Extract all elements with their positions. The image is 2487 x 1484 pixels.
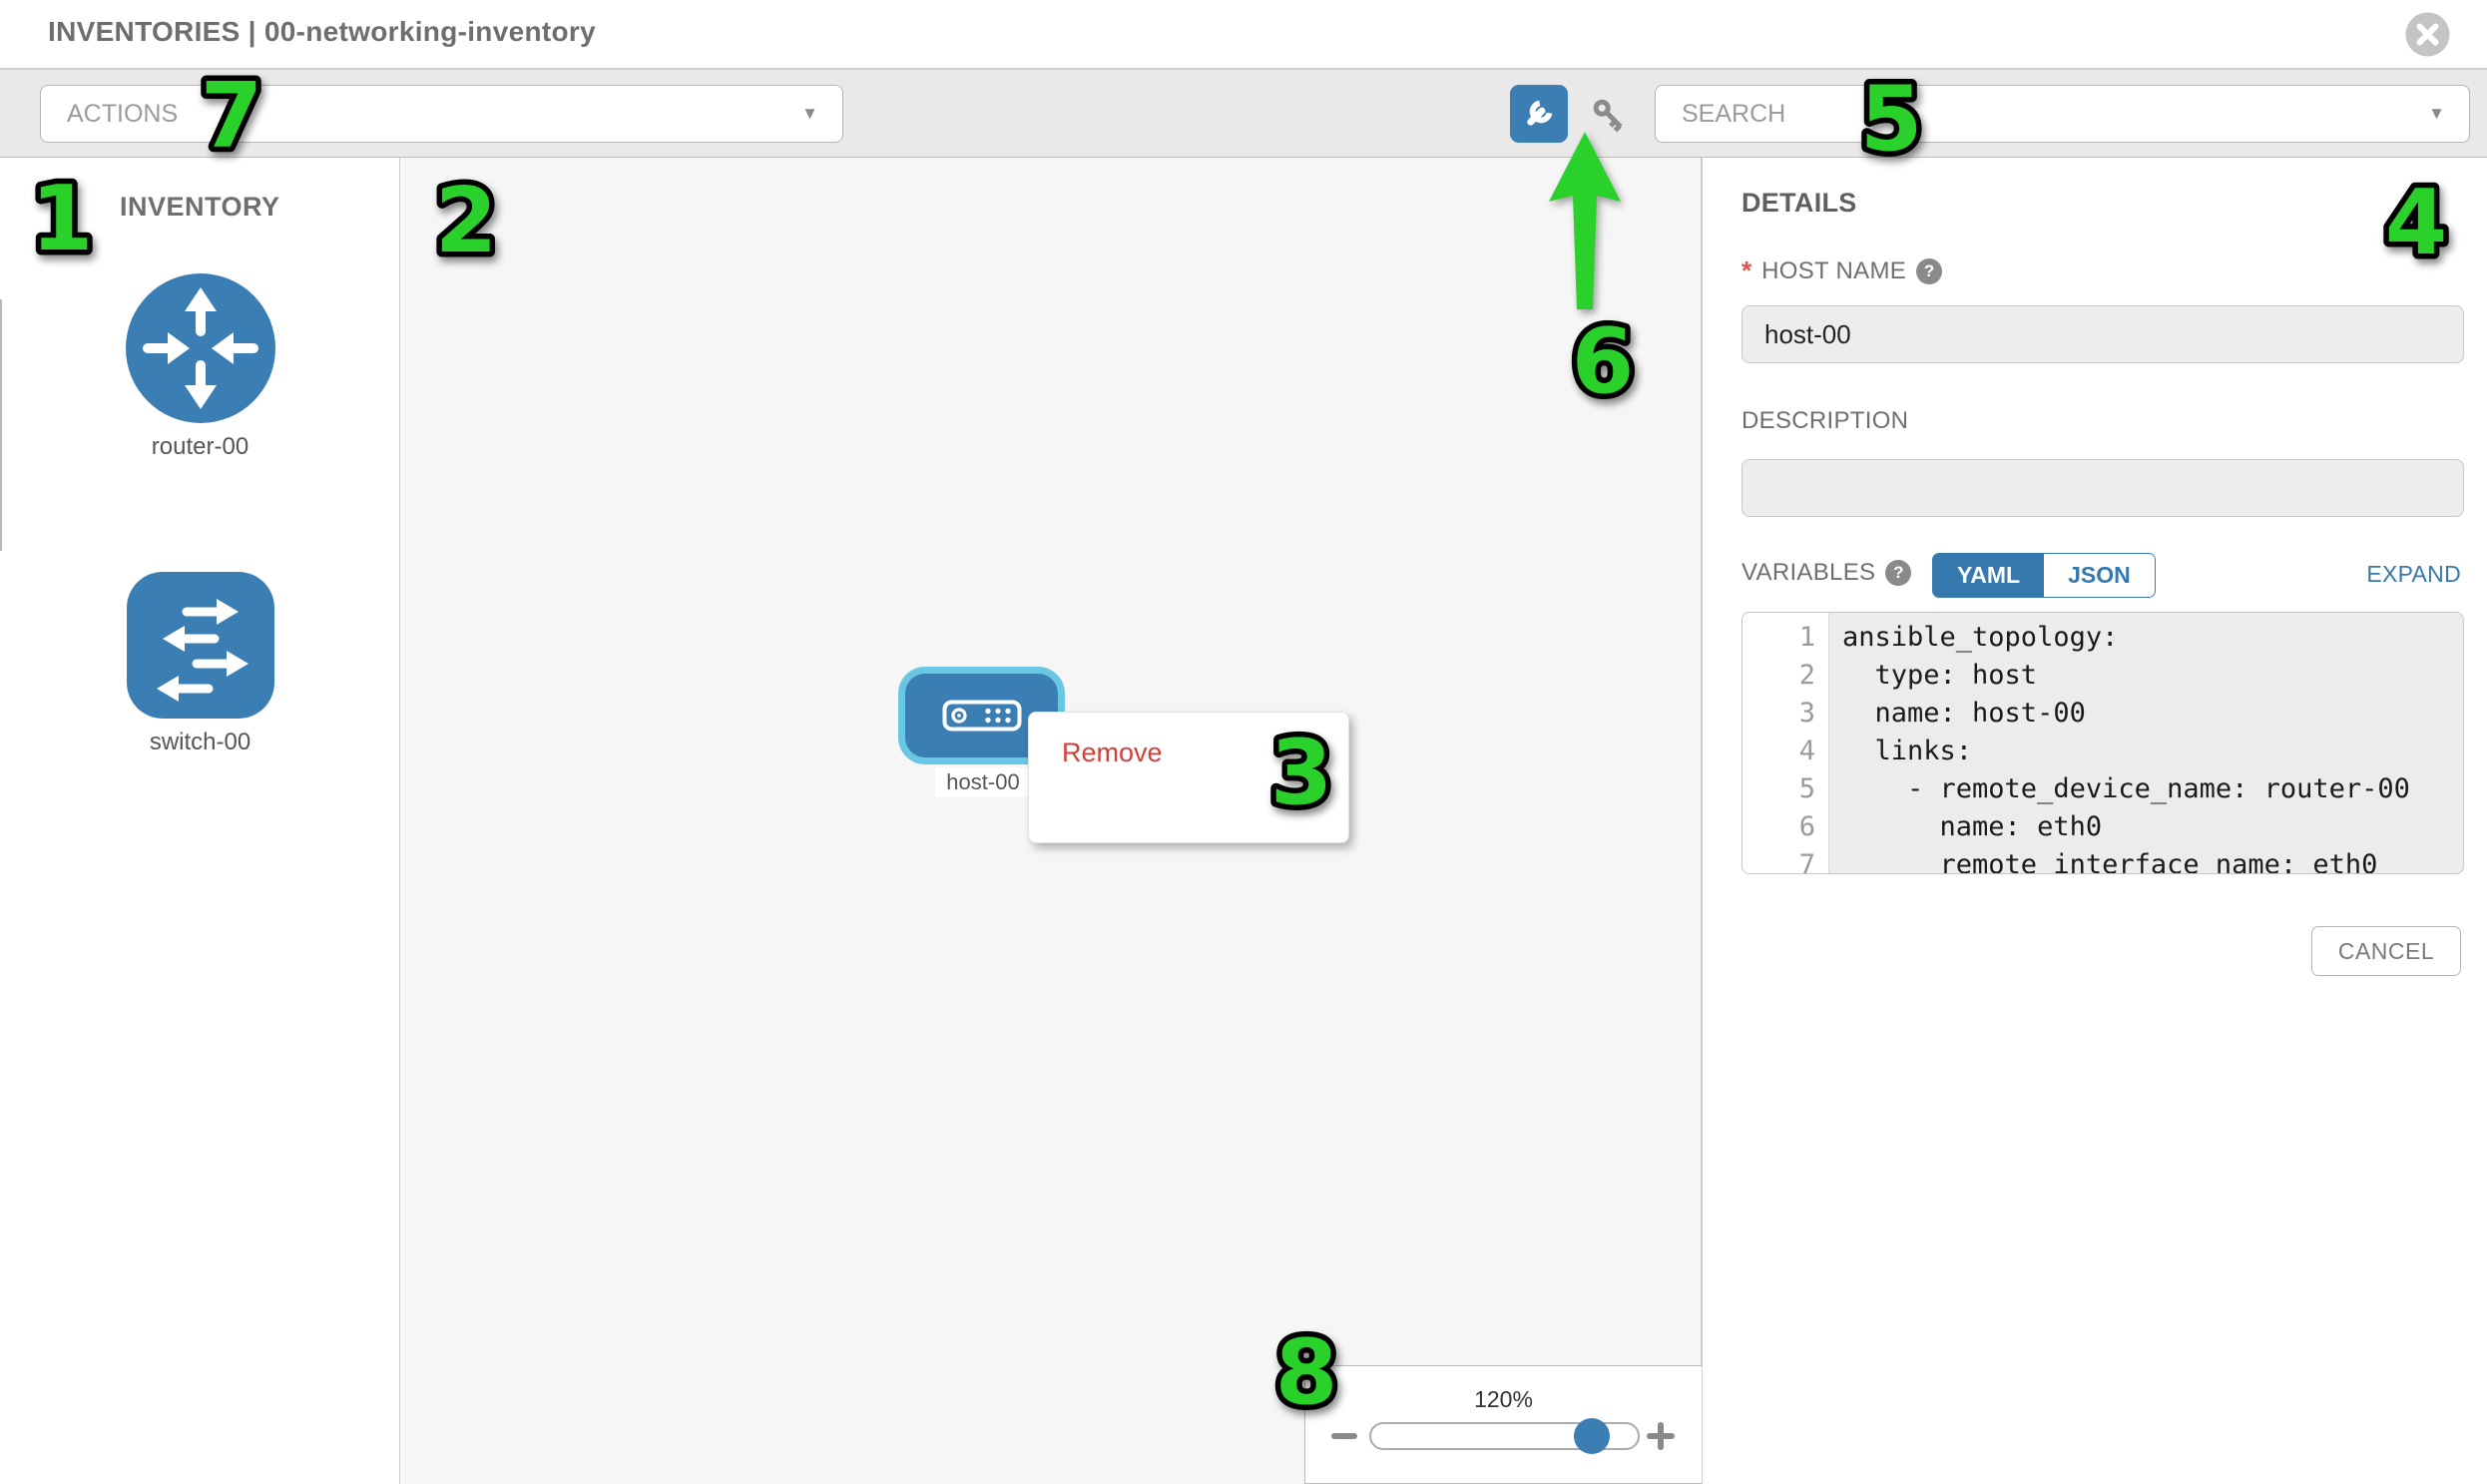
required-marker: * [1741,255,1751,286]
line-number: 7 [1742,846,1828,874]
zoom-out-button[interactable] [1331,1433,1357,1439]
expand-link[interactable]: EXPAND [2366,561,2461,588]
zoom-slider-track[interactable] [1369,1422,1640,1450]
variables-label-row: VARIABLES [1741,559,1911,587]
chevron-down-icon [2428,104,2445,124]
line-number: 1 [1742,619,1828,657]
cancel-button[interactable]: CANCEL [2311,926,2461,976]
close-icon [2405,12,2450,57]
code-line: 2 type: host [1742,657,2463,695]
line-text: name: eth0 [1828,808,2102,846]
host-name-field[interactable] [1741,305,2464,363]
code-line: 6 name: eth0 [1742,808,2463,846]
palette-item-label: switch-00 [0,729,400,756]
code-line: 7 remote_interface_name: eth0 [1742,846,2463,874]
help-icon[interactable] [1916,258,1942,284]
configure-tools-button[interactable] [1510,85,1568,143]
app-window: INVENTORIES | 00-networking-inventory AC… [0,0,2487,1484]
palette-item-label: router-00 [0,433,400,461]
variables-format-toggle: YAML JSON [1932,553,2156,598]
zoom-slider-thumb[interactable] [1574,1418,1610,1454]
router-icon [126,273,275,423]
variables-code-editor[interactable]: 1 ansible_topology: 2 type: host 3 name:… [1741,612,2464,874]
line-number: 2 [1742,657,1828,695]
description-label: DESCRIPTION [1741,407,1908,435]
switch-icon [127,572,274,719]
actions-dropdown[interactable]: ACTIONS [40,85,843,143]
code-line: 4 links: [1742,733,2463,770]
zoom-level-label: 120% [1305,1386,1702,1413]
host-name-label: HOST NAME [1761,257,1906,285]
context-menu-item-remove[interactable]: Remove [1062,729,1348,777]
line-text: remote_interface_name: eth0 [1828,846,2377,874]
code-line: 5 - remote_device_name: router-00 [1742,770,2463,808]
line-number: 4 [1742,733,1828,770]
palette-item-switch[interactable]: switch-00 [0,572,400,756]
page-title: INVENTORIES | 00-networking-inventory [48,16,596,48]
code-line: 1 ansible_topology: [1742,619,2463,657]
inventory-palette-title: INVENTORY [120,192,280,223]
variables-label: VARIABLES [1741,559,1875,587]
palette-item-router[interactable]: router-00 [0,273,400,461]
inventory-palette: INVENTORY router-00 [0,158,400,1484]
code-line: 3 name: host-00 [1742,695,2463,733]
description-field[interactable] [1741,459,2464,517]
zoom-in-button[interactable] [1647,1422,1675,1450]
credentials-key-button[interactable] [1588,94,1632,138]
host-name-label-row: * HOST NAME [1741,255,1942,286]
line-text: - remote_device_name: router-00 [1828,770,2410,808]
line-number: 6 [1742,808,1828,846]
host-icon [942,700,1022,732]
line-number: 3 [1742,695,1828,733]
line-text: links: [1828,733,1972,770]
search-dropdown[interactable]: SEARCH [1655,85,2470,143]
zoom-control: 120% [1304,1365,1702,1484]
description-label-row: DESCRIPTION [1741,407,1908,435]
line-text: ansible_topology: [1828,619,2118,657]
toggle-json[interactable]: JSON [2044,554,2155,597]
help-icon[interactable] [1885,560,1911,586]
details-panel: DETAILS * HOST NAME DESCRIPTION VARIABLE… [1702,158,2487,1484]
actions-dropdown-placeholder: ACTIONS [67,100,178,129]
host-node-label: host-00 [935,767,1031,797]
search-placeholder: SEARCH [1682,100,1785,129]
details-panel-title: DETAILS [1741,188,1857,219]
line-text: type: host [1828,657,2037,695]
page-header: INVENTORIES | 00-networking-inventory [0,0,2487,70]
node-context-menu: Details Remove [1028,712,1349,843]
line-text: name: host-00 [1828,695,2086,733]
toggle-yaml[interactable]: YAML [1933,554,2044,597]
toolbar: ACTIONS SEARCH [0,70,2487,158]
key-icon [1588,93,1632,139]
wrench-icon [1521,96,1557,132]
topology-canvas[interactable]: host-00 Details Remove 120% [400,158,1702,1484]
line-number: 5 [1742,770,1828,808]
close-button[interactable] [2405,12,2450,57]
chevron-down-icon [801,104,818,124]
